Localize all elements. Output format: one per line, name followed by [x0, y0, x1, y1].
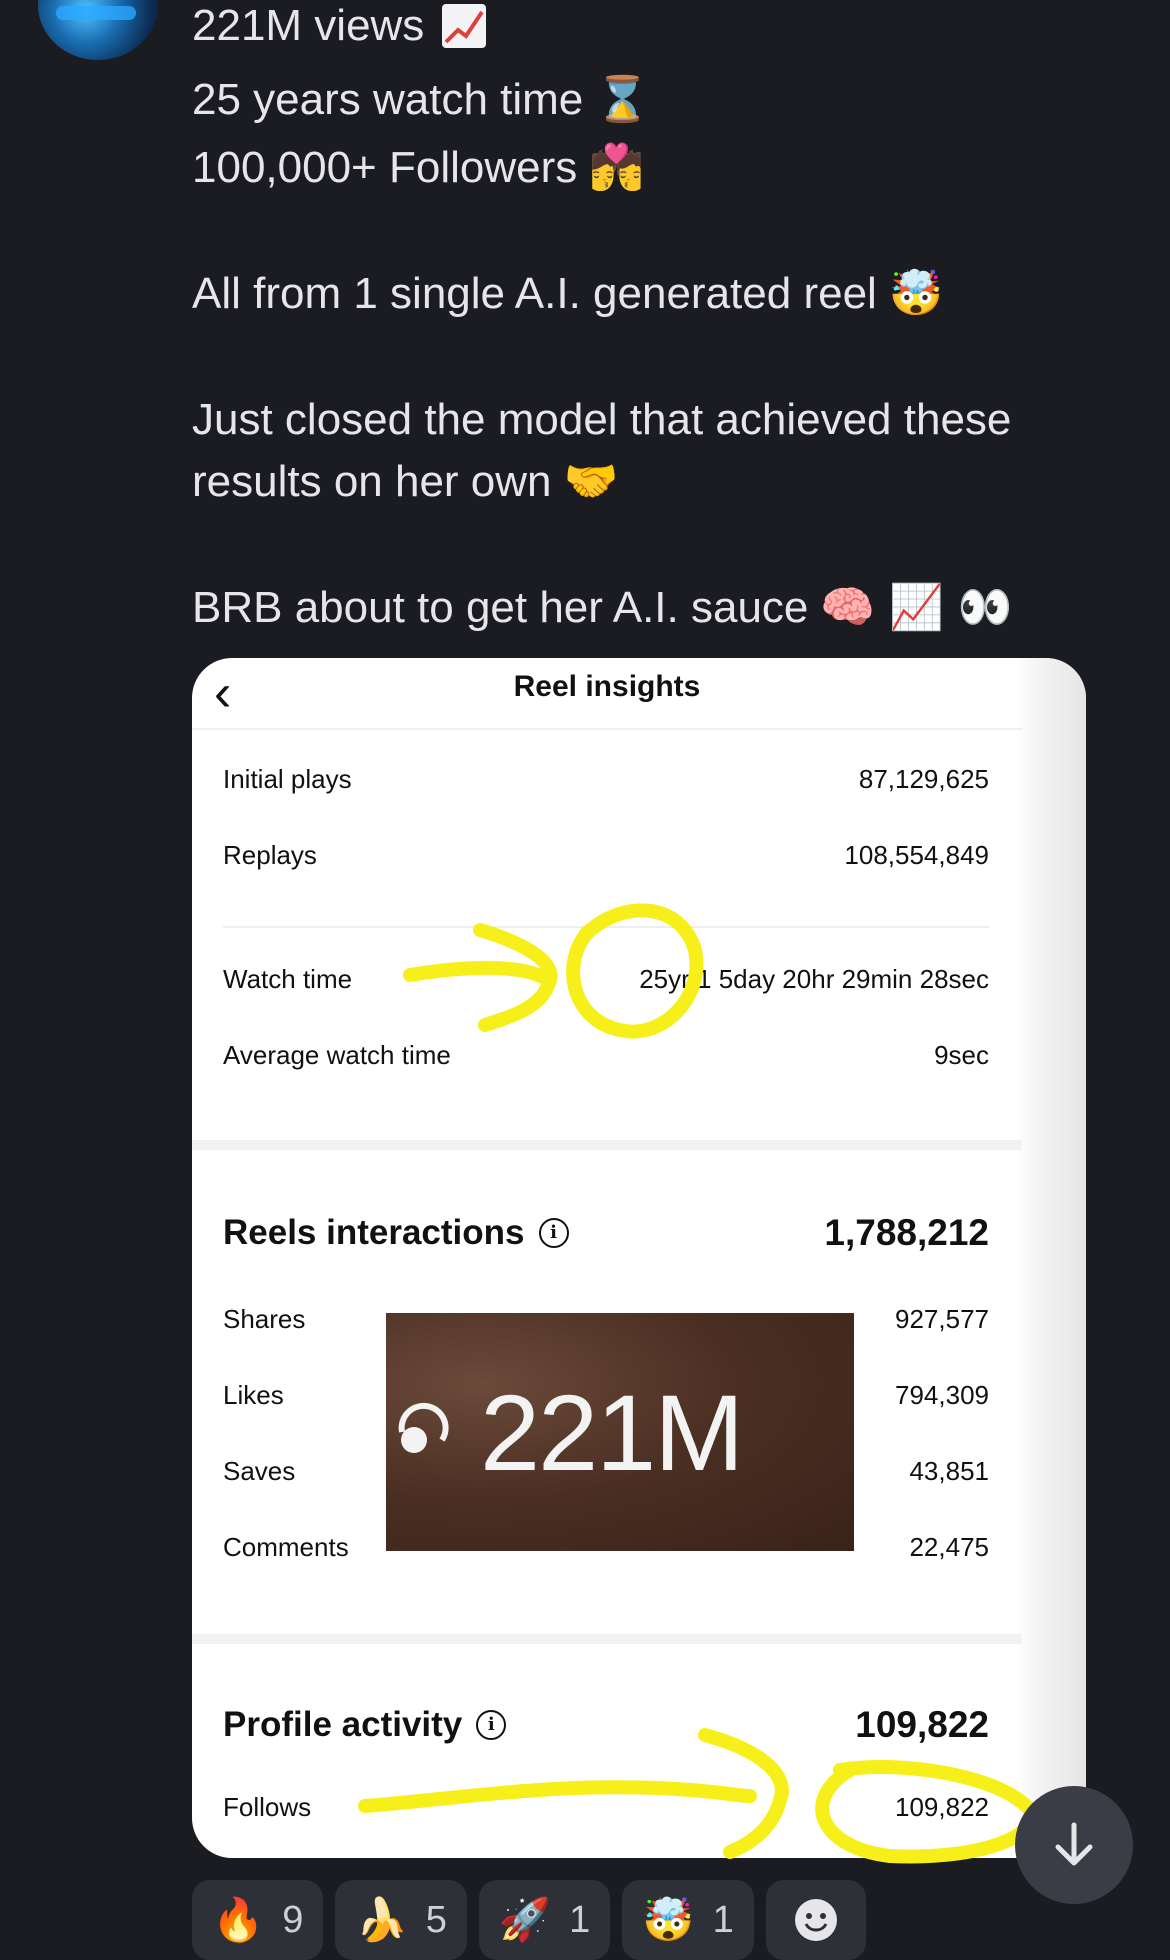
message-line-closed-model: Just closed the model that achieved thes… [192, 390, 1011, 450]
row-replays: Replays 108,554,849 [223, 840, 989, 871]
views-play-icon [398, 1402, 449, 1453]
single-reel-text: All from 1 single A.I. generated reel [192, 269, 877, 318]
views-text: 221M views [192, 1, 425, 50]
reels-interactions-title: Reels interactions i [223, 1213, 569, 1253]
message-line-watchtime: 25 years watch time ⌛ [192, 70, 650, 130]
brain-chart-eyes-icons: 🧠 📈 👀 [820, 582, 1013, 633]
results-text: results on her own [192, 457, 552, 506]
info-icon[interactable]: i [476, 1710, 507, 1740]
row-label: Saves [223, 1456, 296, 1486]
row-value: 108,554,849 [844, 840, 989, 870]
row-label: Watch time [223, 964, 353, 994]
reaction-count: 9 [282, 1898, 304, 1941]
info-icon[interactable]: i [538, 1218, 569, 1248]
profile-activity-title: Profile activity i [223, 1705, 507, 1745]
followers-text: 100,000+ Followers [192, 143, 578, 192]
section-separator [192, 1140, 1022, 1150]
views-overlay-image: 221M [386, 1313, 854, 1551]
insights-header: ‹ Reel insights [192, 658, 1022, 730]
rocket-icon: 🚀 [498, 1895, 552, 1944]
row-average-watch-time: Average watch time 9sec [223, 1040, 989, 1071]
row-initial-plays: Initial plays 87,129,625 [223, 764, 989, 795]
divider [223, 926, 989, 928]
row-value: 794,309 [895, 1380, 989, 1410]
reaction-bar: 🔥 9 🍌 5 🚀 1 🤯 1 [192, 1880, 866, 1960]
row-label: Replays [223, 840, 317, 870]
reaction-banana[interactable]: 🍌 5 [335, 1880, 467, 1960]
reaction-count: 1 [569, 1898, 591, 1941]
row-value: 109,822 [895, 1792, 989, 1822]
reaction-rocket[interactable]: 🚀 1 [478, 1880, 611, 1960]
section-title-text: Profile activity [223, 1705, 463, 1744]
hourglass-icon: ⌛ [595, 74, 651, 125]
sauce-text: BRB about to get her A.I. sauce [192, 583, 809, 632]
reels-interactions-header: Reels interactions i 1,788,212 [223, 1212, 989, 1254]
message-line-results: results on her own 🤝 [192, 452, 618, 512]
interactions-total: 1,788,212 [824, 1212, 989, 1253]
row-label: Shares [223, 1304, 306, 1334]
add-reaction-button[interactable] [765, 1880, 866, 1960]
message-line-sauce: BRB about to get her A.I. sauce 🧠 📈 👀 [192, 578, 1013, 638]
mind-blown-icon: 🤯 [888, 268, 944, 319]
row-value: 25yr 1 5day 20hr 29min 28sec [639, 964, 989, 994]
profile-activity-header: Profile activity i 109,822 [223, 1704, 989, 1746]
section-title-text: Reels interactions [223, 1213, 525, 1252]
row-value: 9sec [934, 1040, 989, 1070]
reel-insights-screenshot[interactable]: ‹ Reel insights Initial plays 87,129,625… [192, 658, 1086, 1858]
message-line-single-reel: All from 1 single A.I. generated reel 🤯 [192, 264, 944, 324]
row-value: 87,129,625 [858, 764, 989, 794]
row-label: Average watch time [223, 1040, 451, 1070]
reaction-count: 1 [712, 1898, 734, 1941]
row-watch-time: Watch time 25yr 1 5day 20hr 29min 28sec [223, 964, 989, 995]
reaction-mind-blown[interactable]: 🤯 1 [622, 1880, 754, 1960]
scroll-down-button[interactable] [1015, 1786, 1133, 1904]
closed-model-text: Just closed the model that achieved thes… [192, 395, 1012, 444]
row-label: Initial plays [223, 764, 352, 794]
row-label: Comments [223, 1532, 349, 1562]
couple-kiss-icon: 💏 [589, 142, 645, 193]
banana-icon: 🍌 [355, 1895, 408, 1944]
message-line-views: 221M views [192, 0, 487, 56]
row-follows: Follows 109,822 [223, 1792, 989, 1823]
reaction-fire[interactable]: 🔥 9 [192, 1880, 324, 1960]
watchtime-text: 25 years watch time [192, 75, 584, 124]
fire-icon: 🔥 [212, 1895, 265, 1944]
row-value: 22,475 [909, 1532, 989, 1562]
insights-title: Reel insights [513, 670, 701, 703]
handshake-icon: 🤝 [563, 456, 619, 507]
mind-blown-icon: 🤯 [642, 1895, 695, 1944]
row-value: 927,577 [895, 1304, 989, 1334]
arrow-down-icon [1055, 1822, 1093, 1866]
reaction-count: 5 [425, 1898, 447, 1941]
section-separator [192, 1634, 1022, 1644]
profile-total: 109,822 [855, 1704, 989, 1745]
row-value: 43,851 [909, 1456, 989, 1486]
row-label: Follows [223, 1792, 312, 1822]
smiley-add-icon [794, 1899, 837, 1941]
chart-increasing-icon [442, 4, 487, 48]
row-label: Likes [223, 1380, 284, 1410]
views-count: 221M [480, 1371, 744, 1493]
message-line-followers: 100,000+ Followers 💏 [192, 138, 644, 198]
card-edge-shadow [1016, 658, 1086, 1858]
avatar[interactable] [38, 0, 158, 60]
